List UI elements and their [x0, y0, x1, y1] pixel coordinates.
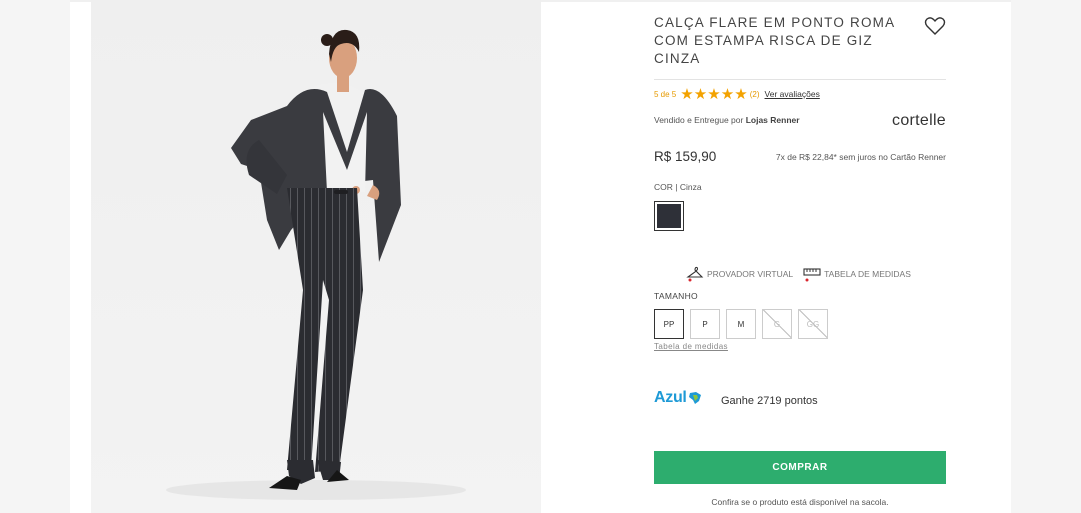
virtual-fitting-button[interactable]: PROVADOR VIRTUAL — [686, 266, 793, 282]
rating-count: (2) — [749, 89, 760, 99]
title-divider — [654, 79, 946, 80]
product-info-panel: CALÇA FLARE EM PONTO ROMA COM ESTAMPA RI… — [654, 0, 946, 513]
azul-logo: Azul — [654, 389, 703, 407]
size-option-gg[interactable]: GG — [798, 309, 828, 339]
star-icon: ★ — [707, 85, 721, 103]
measuring-tape-icon — [803, 268, 821, 282]
installments-info: 7x de R$ 22,84* sem juros no Cartão Renn… — [775, 152, 946, 162]
size-chart-button[interactable]: TABELA DE MEDIDAS — [803, 266, 911, 282]
seller-name: Lojas Renner — [745, 115, 800, 125]
favorite-heart-icon[interactable] — [924, 16, 946, 36]
star-icon: ★ — [734, 85, 748, 103]
product-price: R$ 159,90 — [654, 149, 717, 164]
hanger-icon — [686, 266, 704, 282]
size-option-g[interactable]: G — [762, 309, 792, 339]
color-label-title: COR — [654, 182, 673, 192]
product-title: CALÇA FLARE EM PONTO ROMA COM ESTAMPA RI… — [654, 15, 895, 66]
seller-prefix: Vendido e Entregue por — [654, 115, 744, 125]
size-option-m[interactable]: M — [726, 309, 756, 339]
virtual-fitting-label: PROVADOR VIRTUAL — [707, 269, 794, 279]
color-value: Cinza — [679, 182, 702, 192]
loyalty-points: Ganhe 2719 pontos — [721, 395, 818, 407]
color-swatch-fill — [657, 204, 681, 228]
rating-text: 5 de 5 — [654, 89, 677, 99]
size-selector: PP P M G GG — [654, 309, 834, 339]
star-icon: ★ — [693, 85, 708, 103]
buy-button[interactable]: COMPRAR — [654, 451, 946, 484]
brand-logo[interactable]: cortelle — [892, 112, 946, 130]
see-reviews-link[interactable]: Ver avaliações — [765, 89, 820, 99]
size-option-pp[interactable]: PP — [654, 309, 684, 339]
product-image[interactable] — [91, 0, 541, 513]
fit-tools: PROVADOR VIRTUAL TABELA DE MEDIDAS — [686, 266, 921, 282]
size-option-p[interactable]: P — [690, 309, 720, 339]
color-swatch-cinza[interactable] — [654, 201, 684, 231]
size-chart-label: TABELA DE MEDIDAS — [824, 269, 911, 279]
page-left-gutter — [0, 0, 70, 513]
azul-logo-text: Azul — [654, 389, 687, 406]
star-icon: ★ — [720, 85, 735, 103]
azul-map-icon — [688, 392, 701, 404]
availability-note: Confira se o produto está disponível na … — [711, 497, 889, 507]
star-icon: ★ — [680, 85, 694, 103]
rating-summary: 5 de 5 ★ ★ ★ ★ ★ (2) Ver avaliações — [654, 86, 820, 102]
color-label: COR | Cinza — [654, 182, 702, 192]
size-label: TAMANHO — [654, 291, 698, 301]
size-table-link[interactable]: Tabela de medidas — [654, 342, 728, 351]
page-right-gutter — [1011, 0, 1081, 513]
rating-stars: ★ ★ ★ ★ ★ — [680, 87, 748, 102]
seller-info: Vendido e Entregue por Lojas Renner — [654, 115, 800, 125]
